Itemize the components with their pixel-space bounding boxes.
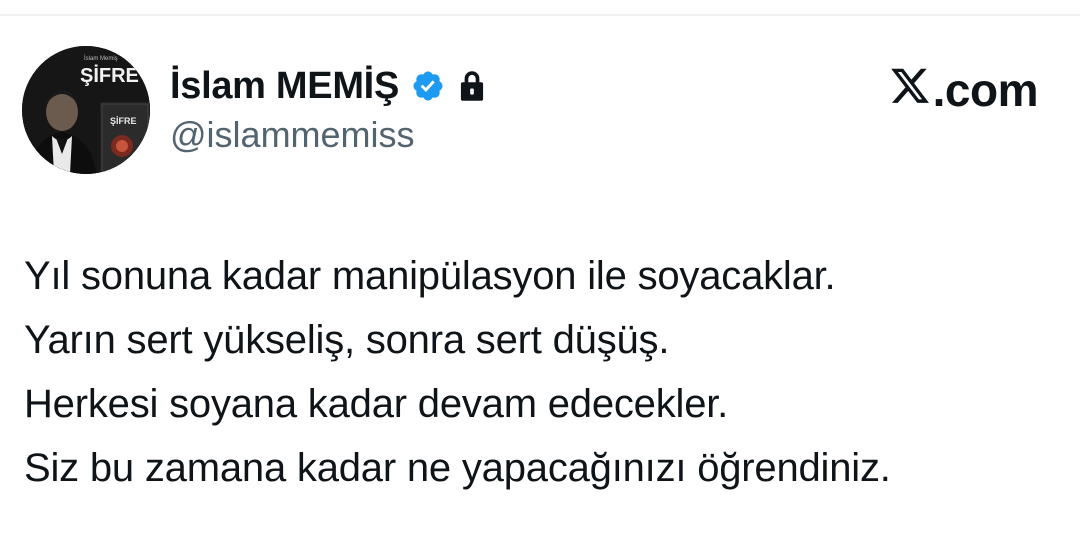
tweet-line: Herkesi soyana kadar devam edecekler.	[24, 382, 729, 426]
x-logo-icon	[889, 68, 931, 113]
avatar-image: ŞİFRE ŞİFRE İslam Memiş	[22, 46, 150, 174]
tweet-line: Yıl sonuna kadar manipülasyon ile soyaca…	[24, 254, 836, 298]
verified-badge-icon	[411, 69, 445, 103]
svg-text:İslam Memiş: İslam Memiş	[84, 55, 118, 62]
tweet-text: Yıl sonuna kadar manipülasyon ile soyaca…	[24, 244, 1064, 500]
avatar[interactable]: ŞİFRE ŞİFRE İslam Memiş	[22, 46, 150, 174]
svg-text:ŞİFRE: ŞİFRE	[110, 116, 137, 126]
brand-domain: .com	[932, 64, 1039, 116]
lock-icon	[457, 70, 487, 102]
svg-text:ŞİFRE: ŞİFRE	[80, 64, 139, 87]
tweet-line: Yarın sert yükseliş, sonra sert düşüş.	[24, 318, 670, 362]
brand-watermark: .com	[889, 64, 1039, 116]
divider	[0, 14, 1080, 16]
display-name[interactable]: İslam MEMİŞ	[170, 65, 399, 108]
profile-name-row: İslam MEMİŞ	[170, 58, 487, 114]
tweet-line: Siz bu zamana kadar ne yapacağınızı öğre…	[24, 446, 891, 490]
user-handle[interactable]: @islammemiss	[170, 114, 415, 156]
tweet-screenshot: ŞİFRE ŞİFRE İslam Memiş İslam MEMİŞ @isl…	[0, 0, 1080, 539]
